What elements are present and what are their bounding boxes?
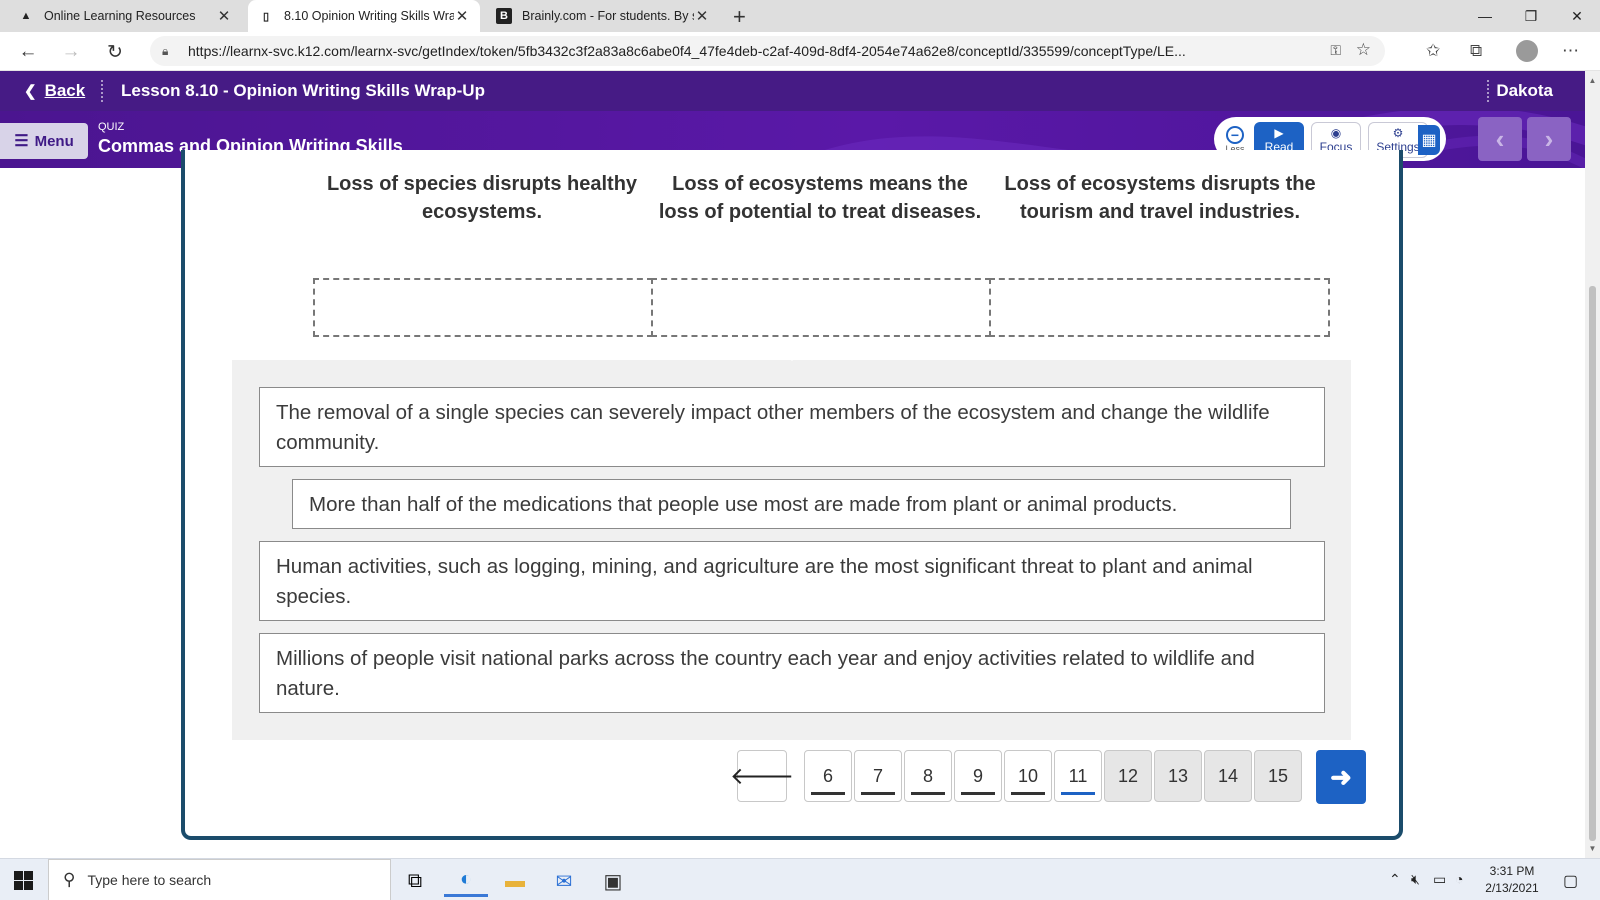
collections-icon[interactable]: ⧉ <box>1470 41 1482 61</box>
browser-tab-bar: ▲ Online Learning Resources ✕ ▯ 8.10 Opi… <box>0 0 1600 32</box>
minimize-icon[interactable]: — <box>1462 0 1508 32</box>
windows-taskbar: ⚲ Type here to search ⧉ ◐ ▬ ✉ ▣ ⌃ 🔇︎ ▭ ◔… <box>0 858 1600 900</box>
task-view-icon[interactable]: ⧉ <box>393 865 437 897</box>
drop-zone[interactable] <box>989 278 1330 337</box>
forward-arrow-icon[interactable]: → <box>57 38 85 66</box>
question-number-button[interactable]: 6 <box>804 750 852 802</box>
scroll-down-icon[interactable]: ▼ <box>1585 841 1600 856</box>
draggable-card[interactable]: Human activities, such as logging, minin… <box>259 541 1325 621</box>
question-number-button[interactable]: 15 <box>1254 750 1302 802</box>
app-header: ❮ Back Lesson 8.10 - Opinion Writing Ski… <box>0 71 1585 111</box>
taskbar-search[interactable]: ⚲ Type here to search <box>48 859 391 900</box>
question-number-button[interactable]: 11 <box>1054 750 1102 802</box>
play-icon: ▶ <box>1274 125 1284 140</box>
category-heading: Loss of ecosystems means the loss of pot… <box>658 173 982 223</box>
draggable-card[interactable]: Millions of people visit national parks … <box>259 633 1325 713</box>
favorites-icon[interactable]: ✩ <box>1426 41 1440 61</box>
question-number-button[interactable]: 8 <box>904 750 952 802</box>
question-number-button[interactable]: 13 <box>1154 750 1202 802</box>
grid-icon[interactable]: ▦ <box>1418 125 1440 155</box>
gear-icon: ⚙ <box>1392 125 1404 140</box>
lock-icon: 🔒︎ <box>162 43 169 58</box>
eye-icon: ◉ <box>1330 125 1342 140</box>
minus-icon: − <box>1226 126 1244 144</box>
previous-question-button[interactable]: 🡐 <box>730 750 794 802</box>
menu-button[interactable]: ☰ Menu <box>0 123 88 159</box>
close-tab-icon[interactable]: ✕ <box>454 7 470 25</box>
question-number-button[interactable]: 14 <box>1204 750 1252 802</box>
answered-underline <box>1061 792 1095 795</box>
quiz-type-label: QUIZ <box>98 121 125 133</box>
draggable-card[interactable]: The removal of a single species can seve… <box>259 387 1325 467</box>
answered-underline <box>861 792 895 795</box>
key-icon[interactable]: ⚿ <box>1330 42 1341 59</box>
question-number-button[interactable]: 10 <box>1004 750 1052 802</box>
hamburger-icon: ☰ <box>14 133 29 150</box>
divider <box>101 80 103 102</box>
more-options-icon[interactable]: ⋯ <box>1562 41 1579 61</box>
back-button[interactable]: ❮ Back <box>24 81 85 101</box>
tab-online-learning-resources[interactable]: ▲ Online Learning Resources ✕ <box>8 0 242 32</box>
edge-browser-icon[interactable]: ◐ <box>444 865 488 897</box>
arrow-right-icon: ➜ <box>1330 761 1352 792</box>
close-tab-icon[interactable]: ✕ <box>216 7 232 25</box>
favorite-star-icon[interactable]: ☆ <box>1356 40 1371 60</box>
divider <box>1487 80 1489 102</box>
restore-icon[interactable]: ❐ <box>1508 0 1554 32</box>
system-clock[interactable]: 3:31 PM 2/13/2021 <box>1479 863 1545 897</box>
battery-icon[interactable]: ▭ <box>1433 871 1446 888</box>
url-field[interactable]: 🔒︎ https://learnx-svc.k12.com/learnx-svc… <box>150 36 1385 66</box>
category-heading: Loss of species disrupts healthy ecosyst… <box>326 173 638 223</box>
lesson-title: Lesson 8.10 - Opinion Writing Skills Wra… <box>121 81 485 100</box>
wifi-icon[interactable]: ◔ <box>1455 871 1463 887</box>
volume-muted-icon[interactable]: 🔇︎ <box>1411 871 1420 888</box>
vertical-scrollbar[interactable]: ▲ ▼ <box>1585 71 1600 858</box>
search-icon: ⚲ <box>63 870 76 889</box>
notifications-icon[interactable]: ▢ <box>1563 871 1578 891</box>
user-name[interactable]: Dakota <box>1496 81 1553 101</box>
window-close-icon[interactable]: ✕ <box>1554 0 1600 32</box>
category-heading: Loss of ecosystems disrupts the tourism … <box>1004 173 1316 223</box>
question-number-button[interactable]: 7 <box>854 750 902 802</box>
tab-opinion-writing[interactable]: ▯ 8.10 Opinion Writing Skills Wrap ✕ <box>248 0 480 32</box>
tab-brainly[interactable]: B Brainly.com - For students. By st ✕ <box>486 0 720 32</box>
brainly-icon: B <box>496 8 512 24</box>
new-tab-icon[interactable]: + <box>733 4 746 30</box>
answered-underline <box>961 792 995 795</box>
answered-underline <box>811 792 845 795</box>
drop-zone[interactable] <box>651 278 991 337</box>
pointer-notch <box>780 349 804 361</box>
mail-icon[interactable]: ✉ <box>542 865 586 897</box>
scroll-thumb[interactable] <box>1589 286 1596 841</box>
reload-icon[interactable]: ↻ <box>101 38 129 66</box>
windows-start-icon[interactable] <box>14 871 33 890</box>
answered-underline <box>1011 792 1045 795</box>
arrow-left-icon: 🡐 <box>729 763 795 790</box>
tree-icon: ▲ <box>20 10 32 22</box>
answered-underline <box>911 792 945 795</box>
profile-avatar[interactable] <box>1516 40 1538 62</box>
previous-page-button[interactable]: ‹ <box>1478 117 1522 161</box>
question-number-button[interactable]: 12 <box>1104 750 1152 802</box>
close-tab-icon[interactable]: ✕ <box>694 7 710 25</box>
drop-zone[interactable] <box>313 278 653 337</box>
draggable-card[interactable]: More than half of the medications that p… <box>292 479 1291 529</box>
question-number-button[interactable]: 9 <box>954 750 1002 802</box>
next-page-button[interactable]: › <box>1527 117 1571 161</box>
address-bar: ← → ↻ 🔒︎ https://learnx-svc.k12.com/lear… <box>0 32 1600 71</box>
chevron-up-icon[interactable]: ⌃ <box>1389 871 1401 888</box>
back-arrow-icon[interactable]: ← <box>14 38 42 66</box>
document-icon: ▯ <box>262 10 270 23</box>
app-icon[interactable]: ▣ <box>591 865 635 897</box>
scroll-up-icon[interactable]: ▲ <box>1585 73 1600 88</box>
file-explorer-icon[interactable]: ▬ <box>493 865 537 897</box>
next-question-button[interactable]: ➜ <box>1316 750 1366 804</box>
chevron-left-icon: ❮ <box>24 83 37 100</box>
